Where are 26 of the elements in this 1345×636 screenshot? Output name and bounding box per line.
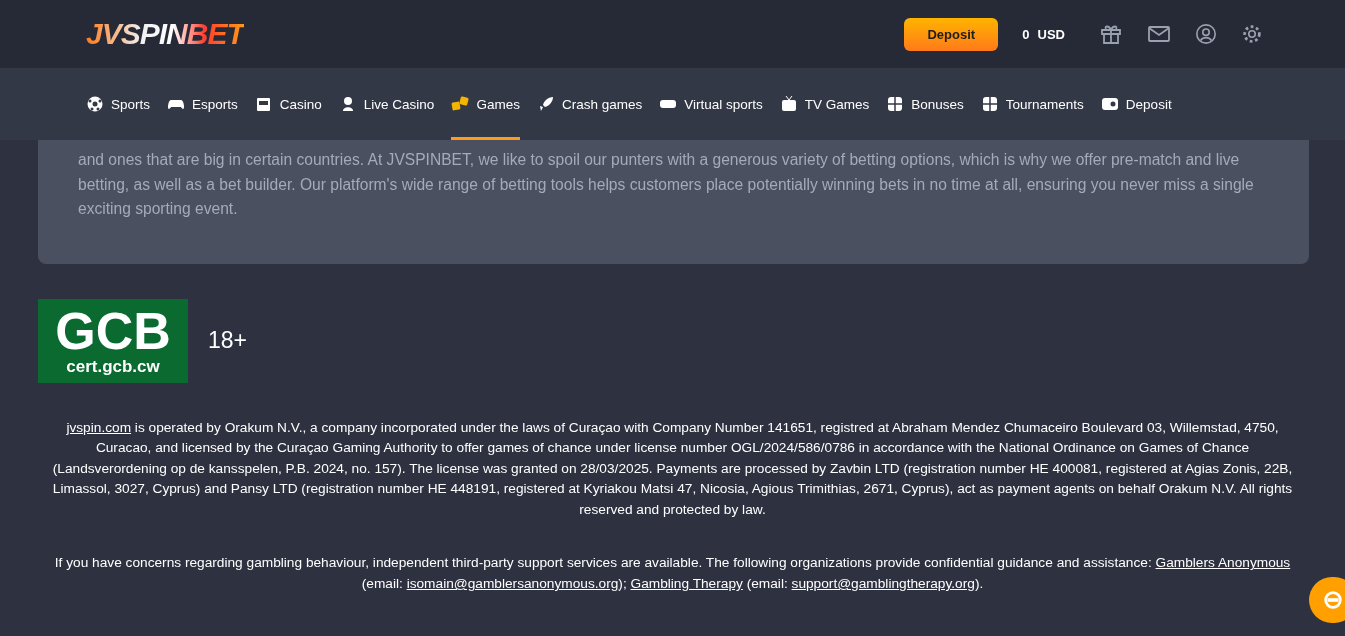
seo-text: and ones that are big in certain countries. At JVSPINBET, we like to spoil our punters with a generous variety of betting options, which is why we offer pre-match and live betting, as well as a bet builder. Our platform's wide range of betting tools helps customers place potentially winning bets in no time at all, ensuring you never miss a single exciting sporting event. (78, 150, 1255, 219)
age-limit: 18+ (208, 327, 247, 354)
nav-tab[interactable]: Virtual sports (659, 68, 763, 140)
nav-tab[interactable]: Bonuses (886, 68, 964, 140)
chat-button[interactable] (1309, 577, 1345, 623)
legal-text: jvspin.com is operated by Orakum N.V., a company incorporated under the laws of Curaçao with Company Number 141651, registred at Abraham Mendez Chumaceiro Boulevard 03, Willemstad, 4750, Curacao, and licensed by the Curaçao Gaming Authority to offer games of chance under license number OGL/2024/586/0786 in accordance with the National Ordinance on Games of Chance (Landsverordening op de kansspelen, P.B. 2024, no. 157). The license was granted on 28/03/2025. Payments are processed by Zavbin LTD (registration number HE 400081, registered at Agias Zonis, 22B, Limassol, 3027, Cyprus) and Pansy LTD (registration number HE 448191, registered at Kyriakou Matsi 47, Nicosia, Agious Trimithias, 2671, Cyprus), act as payment agents on behalf Orakum N.V. All rights reserved and protected by law. (51, 418, 1294, 519)
nav-tab[interactable]: TV Games (779, 68, 870, 140)
text-link[interactable]: jvspin.com (66, 419, 132, 435)
dice-icon (451, 95, 470, 113)
nav-tab[interactable]: Casino (254, 68, 322, 140)
currency-label: USD (1037, 26, 1065, 42)
nav-tab[interactable]: Esports (167, 68, 238, 140)
deposit-button[interactable]: Deposit (904, 17, 999, 51)
text-link[interactable]: Gamblers Anonymous (1155, 555, 1291, 571)
nav-tab[interactable]: Tournaments (980, 68, 1084, 140)
text-link[interactable]: Gambling Therapy (630, 576, 743, 592)
nav-tab[interactable]: Crash games (536, 68, 643, 140)
user-icon[interactable] (1195, 23, 1217, 45)
legal-text: If you have concerns regarding gambling behaviour, independent third-party support services are available. The following organizations provide confidential guidance and assistance: Gamblers Anonymous (email: isomain@gamblersanonymous.org); Gambling Therapy (email: support@gamblingtherapy.org). (53, 554, 1292, 594)
nav-tab[interactable]: Sports (86, 68, 151, 140)
balance-amount: 0 (1022, 26, 1030, 42)
license-badge[interactable]: GCB cert.gcb.cw (38, 298, 188, 383)
nav-tab[interactable]: Live Casino (338, 68, 435, 140)
text-link[interactable]: isomain@gamblersanonymous.org (406, 576, 619, 592)
text-link[interactable]: support@gamblingtherapy.org (791, 576, 975, 592)
nav-tab[interactable]: Deposit (1100, 68, 1172, 140)
